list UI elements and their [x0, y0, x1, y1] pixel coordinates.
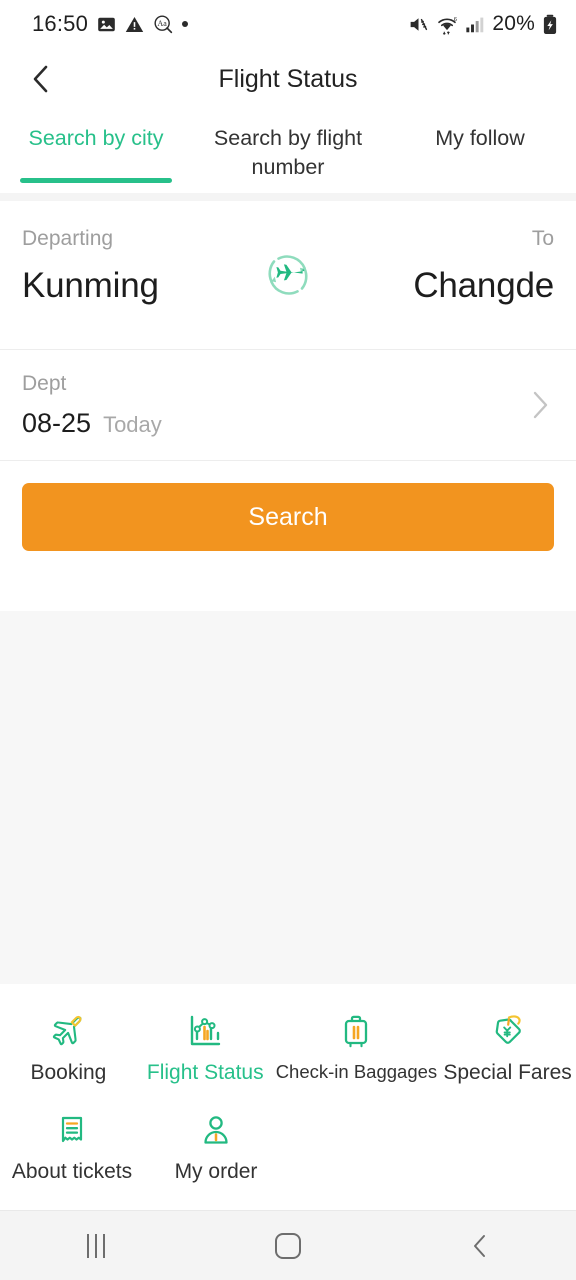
home-icon — [275, 1232, 301, 1259]
back-icon — [469, 1233, 491, 1259]
departure-city: Kunming — [22, 266, 159, 305]
shortcut-row: About tickets My order — [0, 1099, 576, 1198]
price-tag-icon — [487, 1010, 529, 1052]
shortcut-about-tickets[interactable]: About tickets — [0, 1099, 144, 1198]
tab-search-by-flight-number[interactable]: Search by flight number — [192, 110, 384, 193]
shortcut-my-order[interactable]: My order — [144, 1099, 288, 1198]
back-button[interactable] — [10, 48, 72, 110]
svg-text:Aa: Aa — [158, 19, 168, 28]
chart-icon — [184, 1010, 226, 1052]
dot-icon — [182, 21, 189, 27]
tab-active-underline — [20, 178, 172, 183]
departing-caption: Departing — [22, 227, 114, 250]
mute-icon — [408, 14, 429, 35]
status-bar-clock: 16:50 — [32, 11, 89, 36]
tab-my-follow[interactable]: My follow — [384, 110, 576, 193]
date-line: 08-25 Today — [22, 408, 554, 439]
android-home-button[interactable] — [192, 1211, 384, 1280]
tab-search-by-city[interactable]: Search by city — [0, 110, 192, 193]
status-bar-left: 16:50 Aa — [32, 11, 189, 37]
departure-date-field[interactable]: Dept 08-25 Today — [0, 350, 576, 460]
tab-label: Search by flight number — [213, 126, 363, 180]
shortcut-label: Check-in Baggages — [275, 1061, 438, 1082]
swap-plane-icon — [258, 245, 318, 305]
tabs-divider — [0, 193, 576, 201]
signal-icon — [465, 15, 485, 34]
shortcut-flight-status[interactable]: Flight Status — [137, 1000, 274, 1099]
receipt-icon — [51, 1109, 93, 1151]
svg-text:6: 6 — [454, 17, 458, 23]
destination-field[interactable]: To Changde — [413, 227, 554, 306]
app-screen: 16:50 Aa 6 20% Flight Status Search by c… — [0, 0, 576, 1280]
content-empty-area — [0, 611, 576, 984]
shortcut-label: My order — [174, 1160, 258, 1183]
shortcut-grid: Booking Flight Status Check-in Baggages … — [0, 984, 576, 1210]
to-caption: To — [531, 227, 554, 250]
android-recents-button[interactable] — [0, 1211, 192, 1280]
destination-city: Changde — [413, 266, 554, 305]
search-card: Departing Kunming To Changde Dept 08-25 … — [0, 201, 576, 611]
date-caption: Dept — [22, 372, 67, 395]
date-value: 08-25 — [22, 408, 92, 438]
battery-charging-icon — [542, 14, 558, 35]
plane-icon — [47, 1010, 89, 1052]
status-bar: 16:50 Aa 6 20% — [0, 0, 576, 48]
shortcut-empty-slot — [432, 1099, 576, 1198]
tab-label: My follow — [435, 126, 525, 150]
shortcut-checkin-baggages[interactable]: Check-in Baggages — [274, 1000, 439, 1099]
route-row: Departing Kunming To Changde — [0, 201, 576, 349]
swap-cities-button[interactable] — [256, 243, 320, 307]
shortcut-special-fares[interactable]: Special Fares — [439, 1000, 576, 1099]
shortcut-label: Booking — [30, 1061, 107, 1084]
tab-label: Search by city — [28, 126, 164, 150]
departure-field[interactable]: Departing Kunming — [22, 227, 159, 306]
text-size-icon: Aa — [153, 14, 173, 34]
search-button-wrap: Search — [0, 461, 576, 579]
shortcut-booking[interactable]: Booking — [0, 1000, 137, 1099]
shortcut-label: About tickets — [11, 1160, 133, 1183]
battery-percent-label: 20% — [492, 12, 535, 35]
recents-icon — [87, 1233, 105, 1258]
android-back-button[interactable] — [384, 1211, 576, 1280]
suitcase-icon — [335, 1010, 377, 1052]
title-bar: Flight Status — [0, 48, 576, 110]
shortcut-label: Flight Status — [146, 1061, 264, 1084]
search-button[interactable]: Search — [22, 483, 554, 551]
android-nav-bar — [0, 1210, 576, 1280]
shortcut-row: Booking Flight Status Check-in Baggages … — [0, 1000, 576, 1099]
card-bottom-spacer — [0, 579, 576, 611]
date-relative-label: Today — [103, 412, 162, 437]
chevron-left-icon — [28, 64, 54, 94]
image-icon — [97, 15, 116, 34]
page-title: Flight Status — [218, 64, 358, 93]
status-bar-right: 6 20% — [408, 12, 558, 36]
warning-icon — [125, 15, 144, 34]
person-icon — [195, 1109, 237, 1151]
shortcut-label: Special Fares — [443, 1061, 572, 1084]
wifi-icon: 6 — [436, 14, 458, 35]
chevron-right-icon — [530, 390, 550, 420]
tab-bar: Search by city Search by flight number M… — [0, 110, 576, 193]
shortcut-empty-slot — [288, 1099, 432, 1198]
